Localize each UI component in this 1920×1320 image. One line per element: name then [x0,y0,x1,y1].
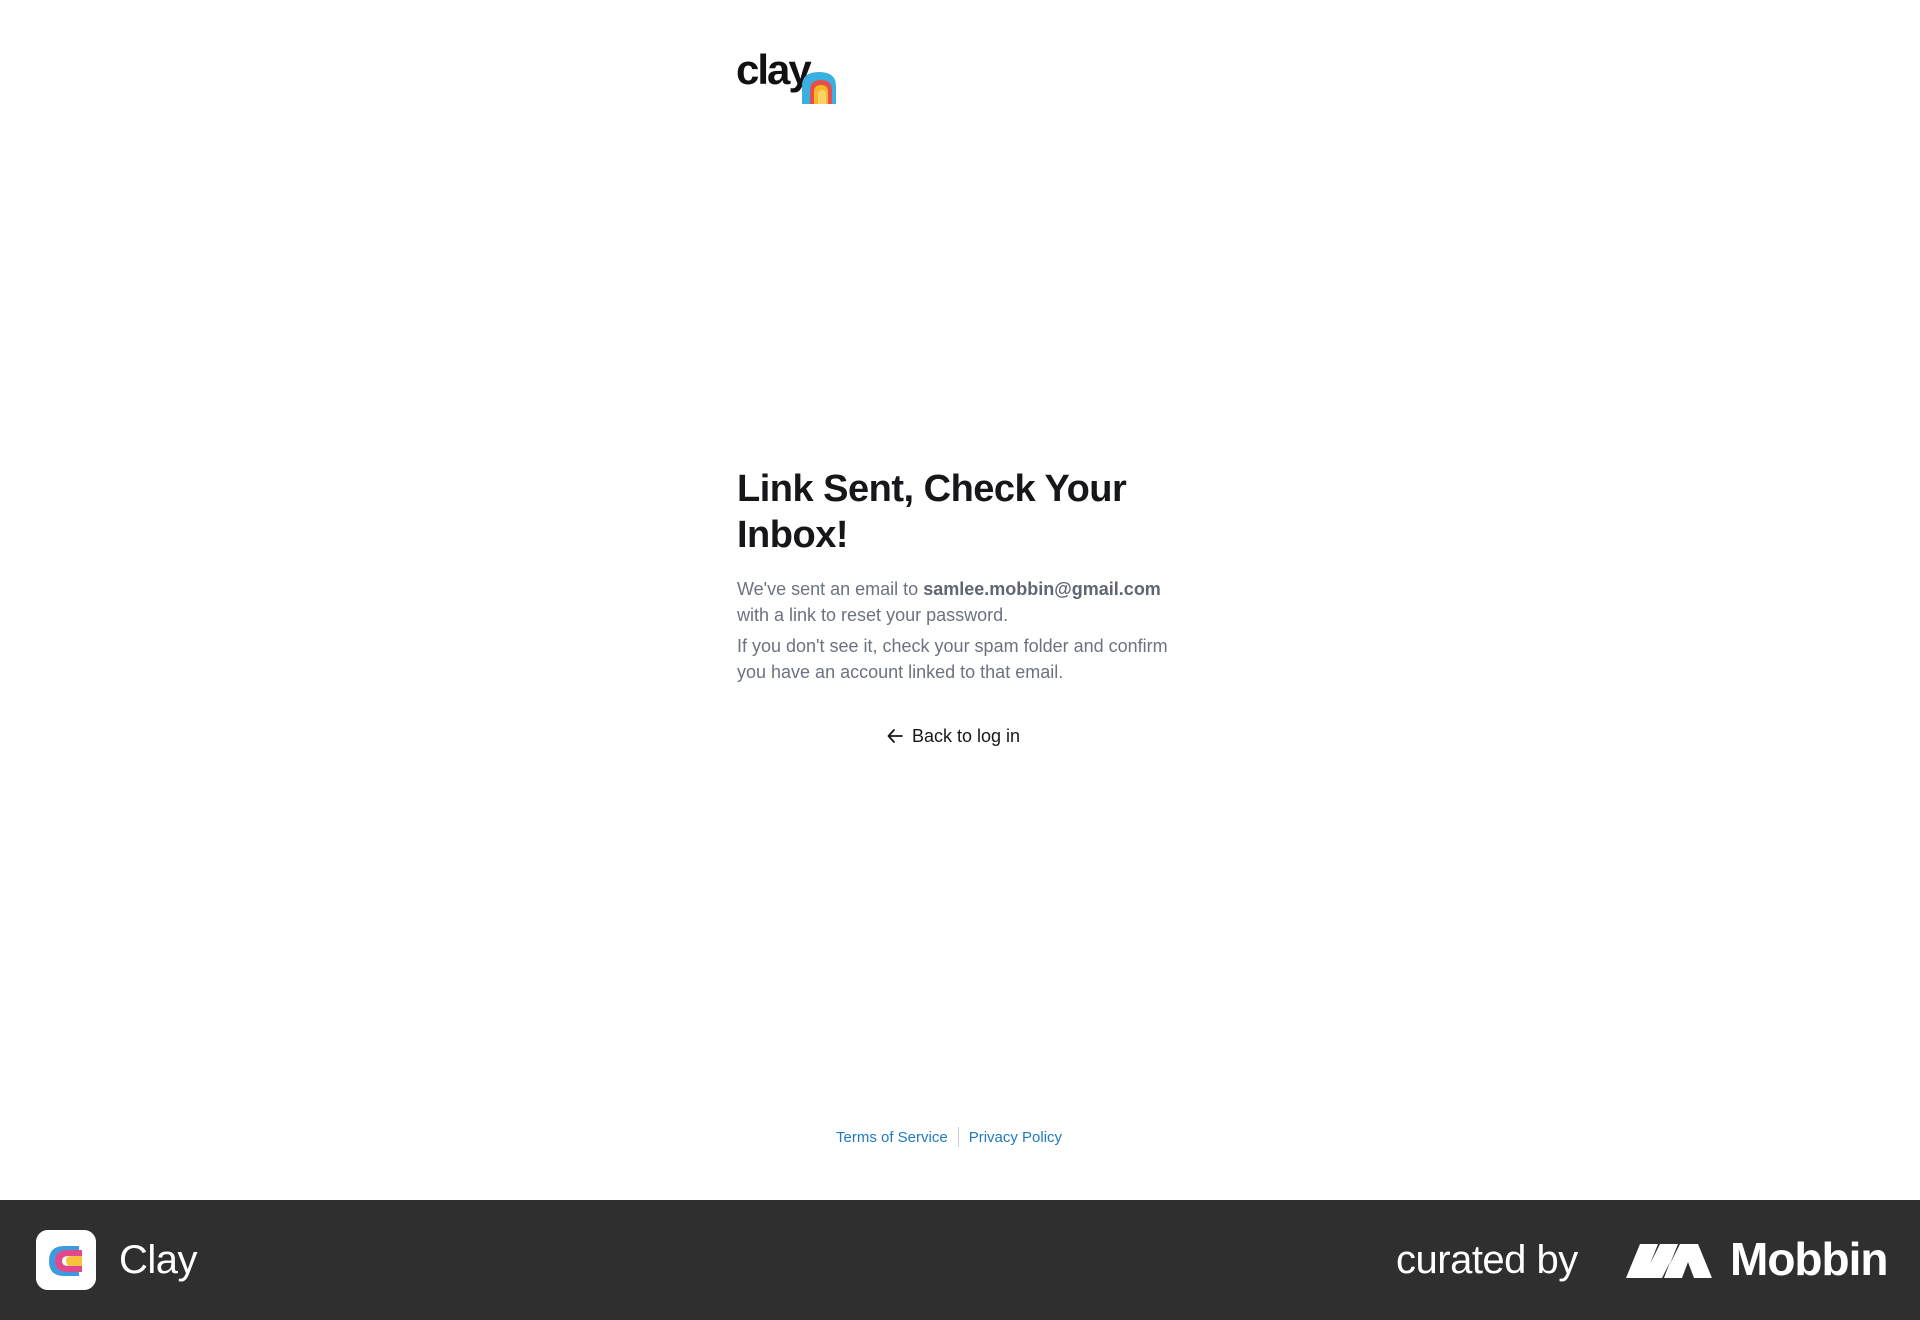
back-label: Back to log in [912,725,1021,746]
page-title: Link Sent, Check Your Inbox! [737,468,1127,556]
sent-description: We've sent an email to samlee.mobbin@gma… [737,576,1187,628]
reset-confirmation: Link Sent, Check Your Inbox! We've sent … [737,466,1187,685]
mobbin-logo-icon [1626,1244,1712,1278]
page: clay Link Sent, Check Your Inbox! We've … [0,0,1920,1200]
curated-by-label: curated by [1396,1238,1578,1282]
footer-links: Terms of Service Privacy Policy [836,1127,1062,1147]
terms-of-service-link[interactable]: Terms of Service [836,1129,948,1146]
email-address: samlee.mobbin@gmail.com [923,579,1161,599]
desc-suffix: with a link to reset your password. [737,605,1009,625]
spam-note: If you don't see it, check your spam fol… [737,636,1168,682]
app-name: Clay [119,1238,198,1282]
desc-prefix: We've sent an email to [737,579,924,599]
mobbin-banner: Clay curated by Mobbin [0,1200,1920,1320]
footer-divider [957,1127,959,1147]
clay-app-icon [36,1230,96,1290]
back-to-login-link[interactable]: Back to log in [886,722,1020,750]
mobbin-wordmark: Mobbin [1730,1233,1888,1285]
privacy-policy-link[interactable]: Privacy Policy [969,1129,1062,1146]
arrow-left-icon [887,729,903,743]
clay-arch-icon [802,72,836,104]
clay-logo[interactable]: clay [736,46,846,106]
